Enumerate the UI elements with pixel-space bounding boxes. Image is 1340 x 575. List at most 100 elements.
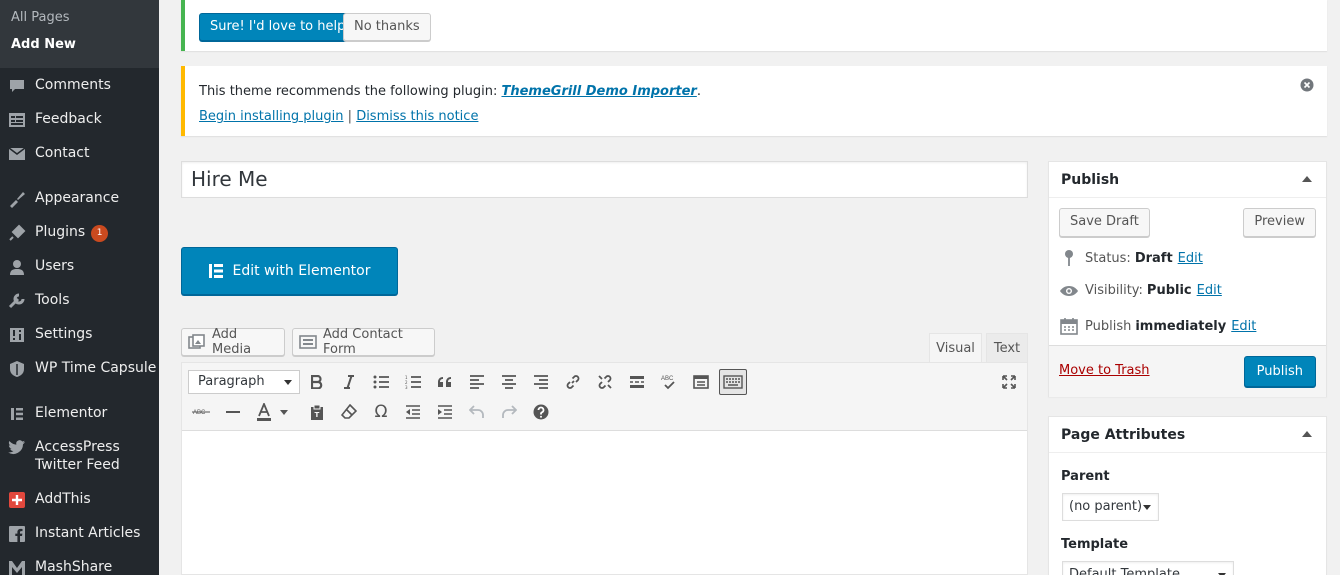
form-icon bbox=[299, 335, 317, 349]
sidebar-item-wp-time-capsule[interactable]: WP Time Capsule bbox=[0, 359, 159, 379]
publish-box-header: Publish bbox=[1049, 162, 1326, 198]
increase-indent-icon[interactable] bbox=[431, 399, 459, 425]
format-select[interactable]: Paragraph bbox=[188, 370, 300, 394]
spellcheck-icon[interactable]: ABC bbox=[655, 369, 683, 395]
edit-publish-date-link[interactable]: Edit bbox=[1231, 319, 1256, 334]
read-more-icon[interactable] bbox=[623, 369, 651, 395]
sidebar-item-elementor[interactable]: Elementor bbox=[0, 404, 159, 424]
bold-icon[interactable] bbox=[303, 369, 331, 395]
sidebar-item-instant-articles[interactable]: Instant Articles bbox=[0, 524, 159, 544]
update-count-badge: 1 bbox=[91, 225, 109, 242]
decrease-indent-icon[interactable] bbox=[399, 399, 427, 425]
publish-button[interactable]: Publish bbox=[1243, 356, 1316, 387]
text-color-dropdown-icon[interactable] bbox=[277, 399, 291, 425]
collapse-arrow-icon[interactable] bbox=[1302, 176, 1312, 182]
edit-status-link[interactable]: Edit bbox=[1178, 251, 1203, 266]
content-editor: Paragraph 123 ABC ABC T Ω bbox=[181, 362, 1028, 575]
submenu-all-pages[interactable]: All Pages bbox=[0, 4, 159, 31]
redo-icon[interactable] bbox=[495, 399, 523, 425]
editor-toolbar: Paragraph 123 ABC ABC T Ω bbox=[182, 363, 1027, 431]
distraction-free-icon[interactable] bbox=[995, 369, 1023, 395]
fullscreen-editor-icon[interactable] bbox=[687, 369, 715, 395]
sure-help-button[interactable]: Sure! I'd love to help bbox=[199, 13, 357, 41]
begin-installing-link[interactable]: Begin installing plugin bbox=[199, 109, 344, 124]
tab-text[interactable]: Text bbox=[986, 333, 1028, 363]
elementor-button-label: Edit with Elementor bbox=[232, 263, 371, 279]
sidebar-item-feedback[interactable]: Feedback bbox=[0, 110, 159, 130]
admin-sidebar: All Pages Add New Comments Feedback Cont… bbox=[0, 0, 159, 575]
preview-button[interactable]: Preview bbox=[1243, 208, 1316, 237]
horizontal-line-icon[interactable] bbox=[219, 399, 247, 425]
special-character-icon[interactable]: Ω bbox=[367, 399, 395, 425]
strikethrough-icon[interactable]: ABC bbox=[187, 399, 215, 425]
comments-icon bbox=[7, 76, 27, 96]
page-attributes-title: Page Attributes bbox=[1061, 426, 1186, 443]
collapse-arrow-icon[interactable] bbox=[1302, 431, 1312, 437]
dismiss-notice-link[interactable]: Dismiss this notice bbox=[356, 109, 478, 124]
page-attributes-header: Page Attributes bbox=[1049, 417, 1326, 453]
publish-actions: Move to Trash Publish bbox=[1049, 345, 1326, 397]
toolbar-toggle-icon[interactable] bbox=[719, 369, 747, 395]
sidebar-item-label: Tools bbox=[35, 292, 70, 308]
status-label: Status: bbox=[1085, 250, 1131, 266]
align-center-icon[interactable] bbox=[495, 369, 523, 395]
sidebar-item-label: Elementor bbox=[35, 405, 108, 421]
undo-icon[interactable] bbox=[463, 399, 491, 425]
eye-icon bbox=[1059, 285, 1079, 297]
sidebar-item-label: AccessPress Twitter Feed bbox=[35, 439, 120, 473]
sidebar-item-contact[interactable]: Contact bbox=[0, 144, 159, 164]
edit-visibility-link[interactable]: Edit bbox=[1197, 283, 1222, 298]
calendar-icon bbox=[1059, 317, 1079, 335]
move-to-trash-link[interactable]: Move to Trash bbox=[1059, 363, 1150, 378]
sidebar-item-settings[interactable]: Settings bbox=[0, 325, 159, 345]
unlink-icon[interactable] bbox=[591, 369, 619, 395]
plugin-recommendation-notice: This theme recommends the following plug… bbox=[181, 66, 1327, 136]
parent-select[interactable]: (no parent) bbox=[1062, 493, 1159, 521]
add-contact-form-button[interactable]: Add Contact Form bbox=[292, 327, 435, 357]
mashshare-icon bbox=[7, 558, 27, 575]
editor-content-area[interactable] bbox=[182, 431, 1027, 574]
sidebar-item-accesspress-twitter-feed[interactable]: AccessPress Twitter Feed bbox=[0, 438, 159, 474]
publish-box-title: Publish bbox=[1061, 171, 1120, 188]
visibility-row: Visibility: Public Edit bbox=[1059, 283, 1222, 298]
notice-period: . bbox=[696, 84, 701, 99]
text-color-icon[interactable] bbox=[251, 399, 277, 425]
tab-visual[interactable]: Visual bbox=[929, 333, 982, 363]
post-title-input[interactable]: Hire Me bbox=[181, 161, 1028, 198]
numbered-list-icon[interactable]: 123 bbox=[399, 369, 427, 395]
edit-with-elementor-button[interactable]: Edit with Elementor bbox=[181, 247, 398, 295]
sidebar-item-users[interactable]: Users bbox=[0, 257, 159, 277]
insert-link-icon[interactable] bbox=[559, 369, 587, 395]
plugin-name-link[interactable]: ThemeGrill Demo Importer bbox=[501, 84, 696, 99]
sidebar-item-comments[interactable]: Comments bbox=[0, 76, 159, 96]
appearance-icon bbox=[7, 189, 27, 209]
paste-as-text-icon[interactable]: T bbox=[303, 399, 331, 425]
help-icon[interactable] bbox=[527, 399, 555, 425]
sidebar-item-mashshare[interactable]: MashShare bbox=[0, 558, 159, 575]
sidebar-item-appearance[interactable]: Appearance bbox=[0, 189, 159, 209]
sidebar-item-tools[interactable]: Tools bbox=[0, 291, 159, 311]
clear-formatting-icon[interactable] bbox=[335, 399, 363, 425]
italic-icon[interactable] bbox=[335, 369, 363, 395]
submenu-add-new[interactable]: Add New bbox=[0, 31, 159, 58]
save-draft-button[interactable]: Save Draft bbox=[1059, 208, 1150, 237]
add-media-button[interactable]: Add Media bbox=[181, 327, 285, 357]
align-left-icon[interactable] bbox=[463, 369, 491, 395]
align-right-icon[interactable] bbox=[527, 369, 555, 395]
sidebar-item-addthis[interactable]: AddThis bbox=[0, 490, 159, 510]
dismiss-icon[interactable] bbox=[1300, 78, 1314, 96]
publish-value: immediately bbox=[1135, 318, 1227, 334]
shield-icon bbox=[7, 359, 27, 379]
template-select[interactable]: Default Template bbox=[1062, 561, 1234, 575]
sidebar-item-plugins[interactable]: Plugins 1 bbox=[0, 223, 159, 243]
bulleted-list-icon[interactable] bbox=[367, 369, 395, 395]
template-label: Template bbox=[1061, 537, 1129, 552]
sidebar-item-label: Users bbox=[35, 258, 75, 274]
svg-text:ABC: ABC bbox=[661, 376, 674, 382]
publish-label: Publish bbox=[1085, 318, 1132, 334]
addthis-icon bbox=[7, 490, 27, 510]
no-thanks-button[interactable]: No thanks bbox=[343, 13, 431, 41]
sidebar-item-label: Contact bbox=[35, 145, 90, 161]
blockquote-icon[interactable] bbox=[431, 369, 459, 395]
sidebar-item-label: AddThis bbox=[35, 491, 91, 507]
